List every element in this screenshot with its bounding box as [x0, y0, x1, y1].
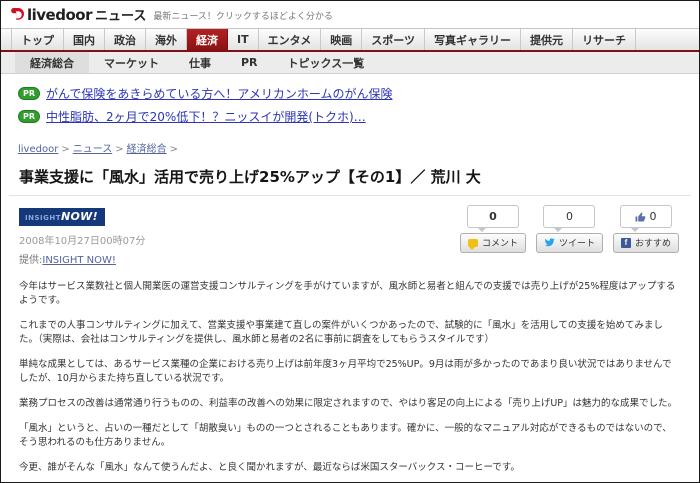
social-buttons: 0 コメント 0 ツイート: [460, 205, 683, 253]
breadcrumb-economy-general[interactable]: 経済総合: [127, 144, 167, 155]
tweet-widget: 0 ツイート: [536, 205, 603, 253]
article-body: 今年はサービス業数社と個人開業医の運営支援コンサルティングを手がけていますが、風…: [1, 270, 699, 483]
thumbs-up-icon: [635, 212, 646, 222]
article-paragraph: 今更、誰がそんな「風水」なんて使うんだよ、と良く聞かれますが、最近ならば米国スタ…: [19, 461, 681, 475]
livedoor-logo[interactable]: livedoor ニュース: [11, 5, 146, 24]
article-paragraph: これまでの人事コンサルティングに加えて、営業支援や事業建て直しの案件がいくつかあ…: [19, 319, 681, 347]
like-count: 0: [649, 210, 656, 223]
recommend-button-label: おすすめ: [635, 236, 671, 249]
breadcrumb-livedoor[interactable]: livedoor: [18, 144, 58, 155]
breadcrumb-separator: >: [115, 144, 123, 155]
breadcrumb-separator: >: [170, 144, 178, 155]
nav-tab-domestic[interactable]: 国内: [64, 29, 105, 50]
livedoor-logo-icon: [11, 7, 24, 22]
nav-tab-top[interactable]: トップ: [11, 29, 64, 50]
logo-text: livedoor: [27, 6, 92, 24]
masthead: livedoor ニュース 最新ニュース！クリックするほどよく分かる: [1, 1, 699, 28]
nav-tab-photo-gallery[interactable]: 写真ギャラリー: [425, 29, 521, 50]
comment-count: 0: [467, 205, 519, 228]
subnav-item-pr[interactable]: PR: [226, 52, 273, 73]
breadcrumb-news[interactable]: ニュース: [73, 144, 113, 155]
comment-button[interactable]: コメント: [460, 233, 526, 253]
article-paragraph: 今年はサービス業数社と個人開業医の運営支援コンサルティングを手がけていますが、風…: [19, 280, 681, 308]
nav-tab-movie[interactable]: 映画: [321, 29, 362, 50]
nav-tab-overseas[interactable]: 海外: [146, 29, 187, 50]
insight-now-logo-text: NOW!: [61, 210, 98, 223]
ad-link-row[interactable]: PR がんで保険をあきらめている方へ！アメリカンホームのがん保険: [18, 85, 699, 102]
article-meta-left: INSIGHT NOW! 2008年10月27日00時07分 提供:INSIGH…: [19, 205, 145, 266]
subnav-item-economy-general[interactable]: 経済総合: [15, 52, 89, 73]
nav-tab-providers[interactable]: 提供元: [521, 29, 573, 50]
nav-tab-it[interactable]: IT: [228, 29, 259, 50]
provider-label: 提供:: [19, 255, 42, 266]
article-provider: 提供:INSIGHT NOW!: [19, 251, 145, 266]
breadcrumb: livedoor>ニュース>経済総合>: [1, 133, 699, 157]
nav-tab-politics[interactable]: 政治: [105, 29, 146, 50]
ad-link-cancer-insurance[interactable]: がんで保険をあきらめている方へ！アメリカンホームのがん保険: [46, 85, 392, 102]
like-count-box: 0: [620, 205, 672, 228]
breadcrumb-separator: >: [61, 144, 69, 155]
comment-widget: 0 コメント: [460, 205, 526, 253]
provider-link[interactable]: INSIGHT NOW!: [42, 255, 116, 266]
pr-badge-icon: PR: [18, 110, 40, 123]
twitter-bird-icon: [544, 238, 555, 247]
nav-tab-economy[interactable]: 経済: [187, 29, 228, 50]
insight-now-logo-text: INSIGHT: [25, 214, 61, 222]
subnav-item-work[interactable]: 仕事: [174, 52, 226, 73]
ad-link-neutral-fat[interactable]: 中性脂肪、2ヶ月で20%低下！？ニッスイが開発(トクホ)…: [46, 108, 366, 125]
ad-link-row[interactable]: PR 中性脂肪、2ヶ月で20%低下！？ニッスイが開発(トクホ)…: [18, 108, 699, 125]
article-date: 2008年10月27日00時07分: [19, 232, 145, 247]
livedoor-news-page: livedoor ニュース 最新ニュース！クリックするほどよく分かる トップ 国…: [0, 0, 700, 483]
main-navigation: トップ 国内 政治 海外 経済 IT エンタメ 映画 スポーツ 写真ギャラリー …: [1, 28, 699, 52]
article-meta: INSIGHT NOW! 2008年10月27日00時07分 提供:INSIGH…: [9, 195, 691, 270]
speech-bubble-icon: [468, 239, 478, 247]
pr-badge-icon: PR: [18, 87, 40, 100]
tweet-count: 0: [543, 205, 595, 228]
pr-ad-links: PR がんで保険をあきらめている方へ！アメリカンホームのがん保険 PR 中性脂肪…: [1, 74, 699, 133]
tweet-button[interactable]: ツイート: [536, 233, 603, 253]
sub-navigation: 経済総合 マーケット 仕事 PR トピックス一覧: [1, 52, 699, 74]
article-paragraph: 業務プロセスの改善は通常通り行うものの、利益率の改善への効果に限定されますので、…: [19, 397, 681, 411]
facebook-icon: [621, 238, 631, 248]
insight-now-logo[interactable]: INSIGHT NOW!: [19, 208, 105, 226]
like-widget: 0 おすすめ: [613, 205, 679, 253]
logo-section-text: ニュース: [95, 5, 146, 24]
page-title: 事業支援に「風水」活用で売り上げ25%アップ【その1】／ 荒川 大: [1, 166, 699, 187]
tweet-button-label: ツイート: [559, 236, 595, 249]
article-paragraph: 単純な成果としては、あるサービス業種の企業における売り上げは前年度3ヶ月平均で2…: [19, 358, 681, 386]
nav-tab-research[interactable]: リサーチ: [573, 29, 636, 50]
comment-button-label: コメント: [482, 236, 518, 249]
nav-tab-entertainment[interactable]: エンタメ: [259, 29, 322, 50]
site-tagline: 最新ニュース！クリックするほどよく分かる: [153, 7, 333, 22]
subnav-item-topics-list[interactable]: トピックス一覧: [273, 52, 380, 73]
nav-tab-sports[interactable]: スポーツ: [362, 29, 425, 50]
subnav-item-market[interactable]: マーケット: [89, 52, 174, 73]
recommend-button[interactable]: おすすめ: [613, 233, 679, 253]
article-paragraph: 「風水」というと、占いの一種だとして「胡散臭い」ものの一つとされることもあります…: [19, 422, 681, 450]
